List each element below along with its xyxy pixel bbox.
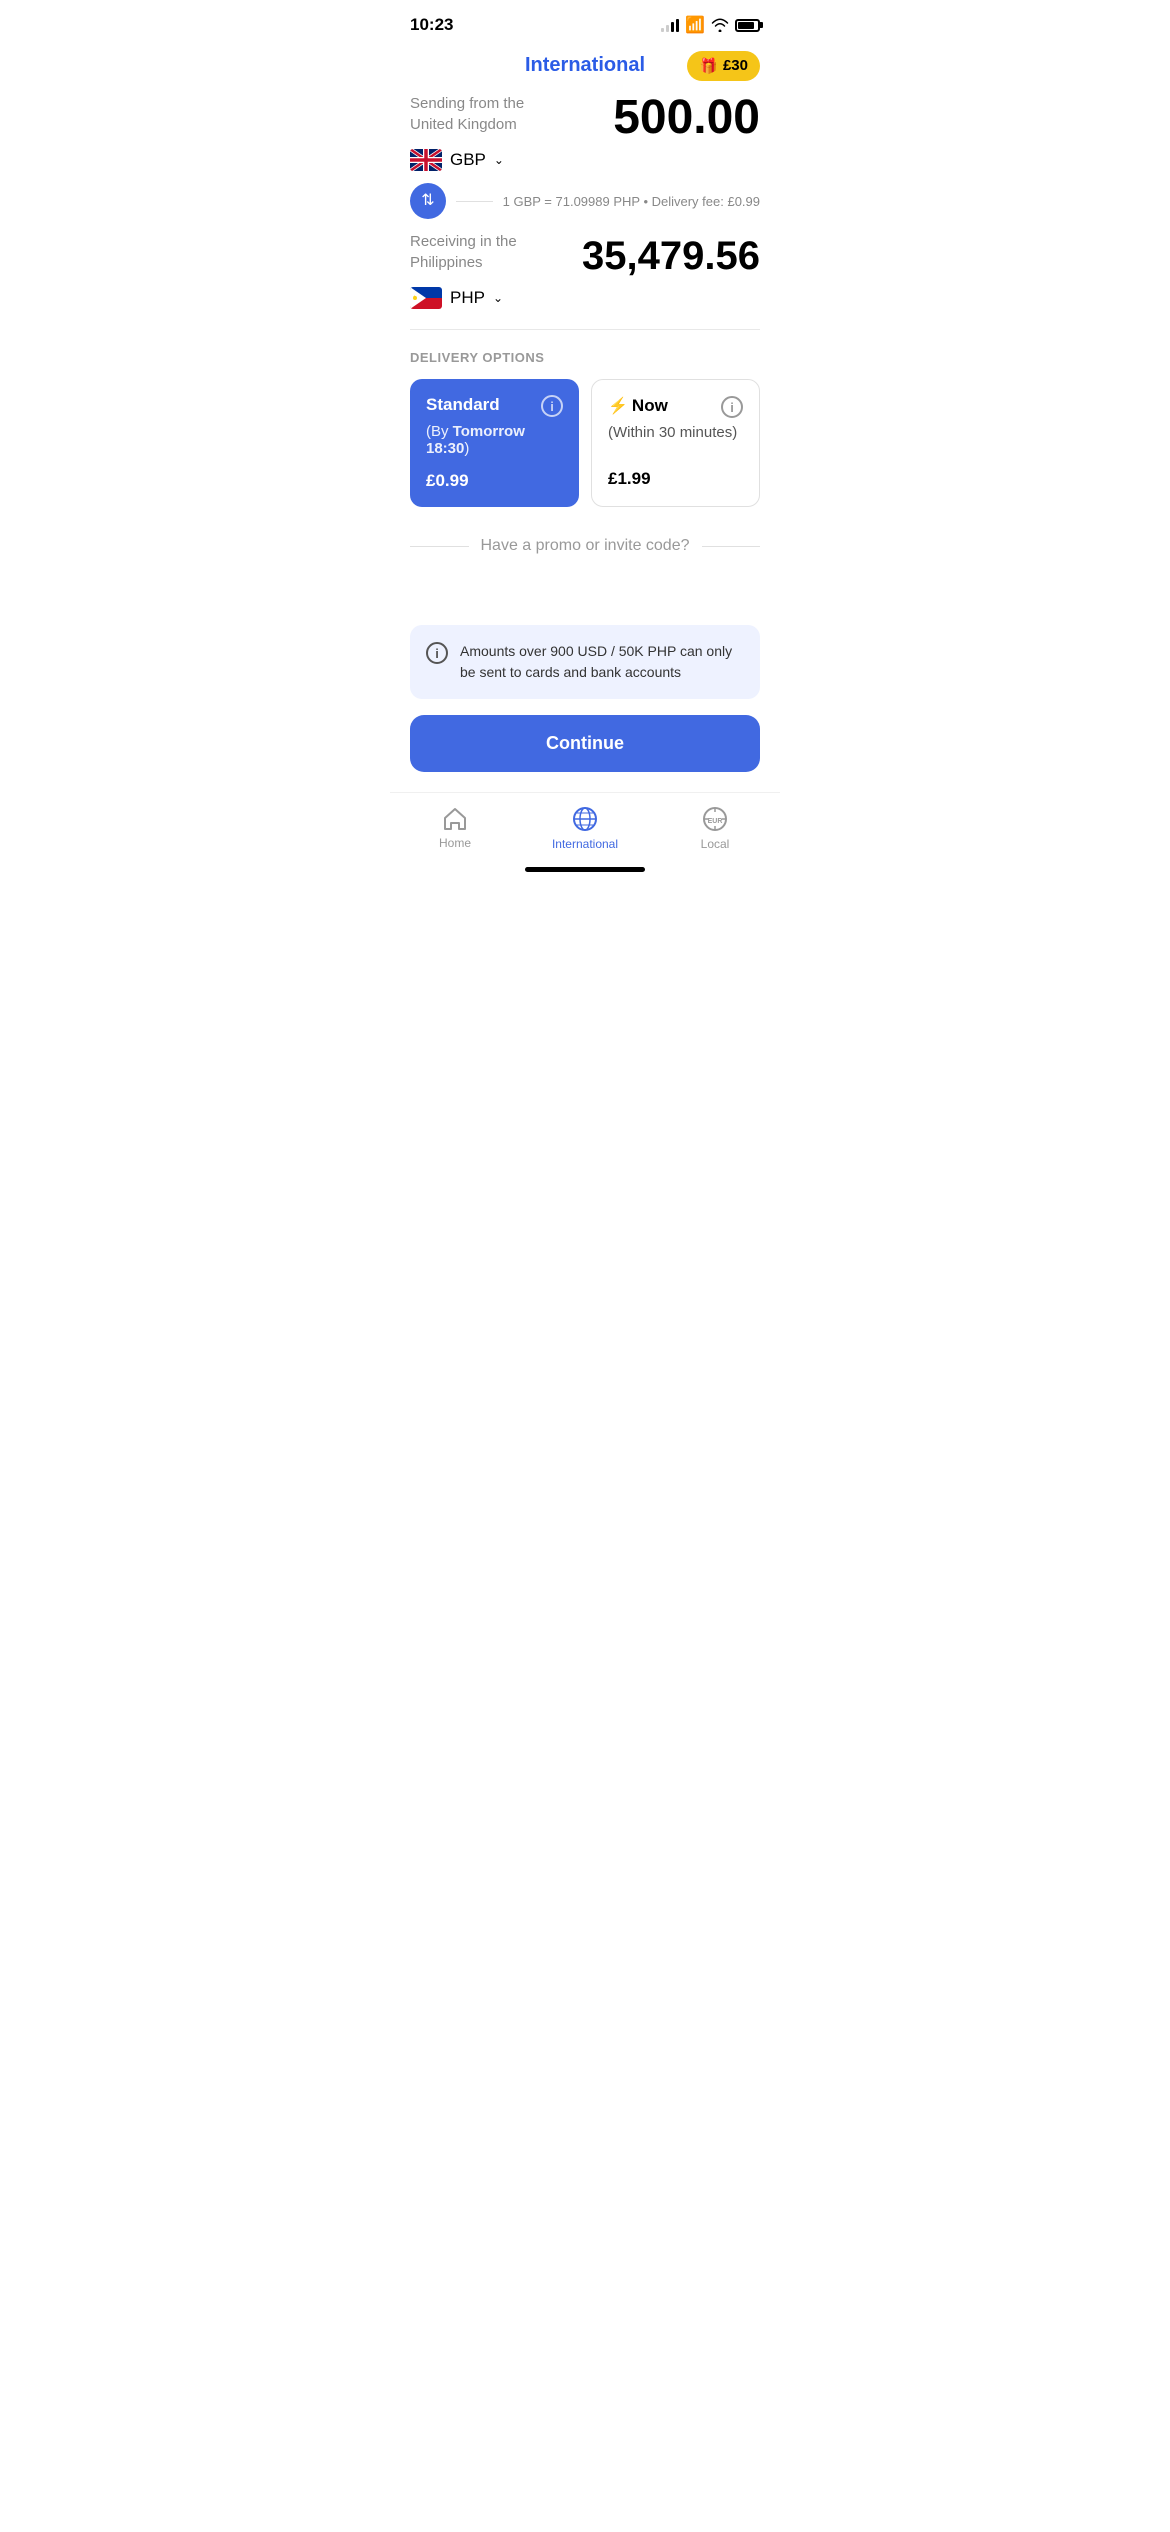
status-bar: 10:23 📶	[390, 0, 780, 44]
nav-home-label: Home	[439, 836, 471, 850]
info-notice-icon: i	[426, 642, 448, 664]
exchange-rate-info: 1 GBP = 71.09989 PHP • Delivery fee: £0.…	[503, 194, 760, 209]
uk-flag-icon	[410, 149, 442, 171]
delivery-option-now[interactable]: ⚡ Now i (Within 30 minutes) £1.99	[591, 379, 760, 507]
wifi-icon: 📶	[685, 15, 705, 35]
delivery-now-info-button[interactable]: i	[721, 396, 743, 418]
promo-text: Have a promo or invite code?	[481, 537, 690, 555]
sending-from-label: Sending from theUnited Kingdom	[410, 93, 524, 135]
exchange-divider-line	[456, 201, 493, 202]
delivery-options-section: DELIVERY OPTIONS Standard i (By Tomorrow…	[410, 350, 760, 507]
receiving-currency-chevron: ⌄	[493, 291, 503, 305]
receiving-label: Receiving in thePhilippines	[410, 231, 517, 281]
sending-amount-row: Sending from theUnited Kingdom 500.00	[410, 93, 760, 143]
nav-item-local[interactable]: EUR Local	[680, 805, 750, 851]
swap-button[interactable]: ⇅	[410, 183, 446, 219]
promo-badge[interactable]: 🎁 £30	[687, 51, 760, 81]
svg-text:EUR: EUR	[708, 818, 723, 825]
lightning-icon: ⚡	[608, 396, 628, 416]
sending-currency-chevron: ⌄	[494, 153, 504, 167]
receiving-section: Receiving in thePhilippines 35,479.56 PH…	[410, 231, 760, 309]
exchange-rate-row: ⇅ 1 GBP = 71.09989 PHP • Delivery fee: £…	[410, 183, 760, 219]
ph-flag-icon	[410, 287, 442, 309]
nav-international-label: International	[552, 837, 618, 851]
wifi-icon	[711, 18, 729, 32]
delivery-options-grid: Standard i (By Tomorrow 18:30) £0.99 ⚡ N…	[410, 379, 760, 507]
page-title: International	[525, 54, 645, 77]
delivery-now-price: £1.99	[608, 469, 743, 489]
globe-icon	[571, 805, 599, 833]
status-time: 10:23	[410, 15, 453, 35]
sending-amount[interactable]: 500.00	[613, 94, 760, 142]
receiving-in-label: Receiving in thePhilippines	[410, 231, 517, 273]
delivery-standard-header: Standard i	[426, 395, 563, 417]
delivery-standard-title: Standard	[426, 395, 500, 415]
battery-icon	[735, 19, 760, 32]
section-divider	[410, 329, 760, 330]
receiving-amount-row: Receiving in thePhilippines 35,479.56	[410, 231, 760, 281]
continue-button[interactable]: Continue	[410, 715, 760, 772]
info-notice: i Amounts over 900 USD / 50K PHP can onl…	[410, 625, 760, 699]
nav-item-international[interactable]: International	[550, 805, 620, 851]
delivery-now-title: Now	[632, 396, 668, 416]
sending-section: Sending from theUnited Kingdom 500.00 GB…	[410, 93, 760, 171]
page-header: International 🎁 £30	[390, 44, 780, 93]
nav-local-label: Local	[701, 837, 730, 851]
sending-currency-selector[interactable]: GBP ⌄	[410, 149, 760, 171]
delivery-now-subtitle: (Within 30 minutes)	[608, 424, 743, 441]
delivery-option-standard[interactable]: Standard i (By Tomorrow 18:30) £0.99	[410, 379, 579, 507]
delivery-options-header: DELIVERY OPTIONS	[410, 350, 760, 365]
nav-item-home[interactable]: Home	[420, 806, 490, 850]
delivery-standard-info-button[interactable]: i	[541, 395, 563, 417]
home-icon	[442, 806, 468, 832]
signal-icon	[661, 18, 679, 32]
bottom-navigation: Home International EUR Local	[390, 792, 780, 859]
spacer	[410, 585, 760, 625]
swap-arrows-icon: ⇅	[421, 193, 434, 209]
promo-line-right	[702, 546, 761, 547]
promo-line-left	[410, 546, 469, 547]
delivery-standard-highlight: Tomorrow 18:30	[426, 423, 525, 457]
receiving-amount[interactable]: 35,479.56	[582, 234, 760, 279]
home-bar-indicator	[525, 867, 645, 872]
home-bar	[390, 859, 780, 876]
status-icons: 📶	[661, 15, 760, 35]
sending-currency-code: GBP	[450, 150, 486, 170]
promo-section[interactable]: Have a promo or invite code?	[410, 537, 760, 555]
promo-badge-label: £30	[723, 57, 748, 74]
local-icon: EUR	[701, 805, 729, 833]
info-notice-text: Amounts over 900 USD / 50K PHP can only …	[460, 641, 744, 683]
receiving-currency-code: PHP	[450, 288, 485, 308]
main-content: Sending from theUnited Kingdom 500.00 GB…	[390, 93, 780, 792]
delivery-standard-subtitle: (By Tomorrow 18:30)	[426, 423, 563, 457]
delivery-standard-price: £0.99	[426, 471, 563, 491]
sending-label: Sending from theUnited Kingdom	[410, 93, 524, 143]
receiving-currency-selector[interactable]: PHP ⌄	[410, 287, 760, 309]
delivery-now-header: ⚡ Now i	[608, 396, 743, 418]
gift-icon: 🎁	[699, 57, 718, 75]
